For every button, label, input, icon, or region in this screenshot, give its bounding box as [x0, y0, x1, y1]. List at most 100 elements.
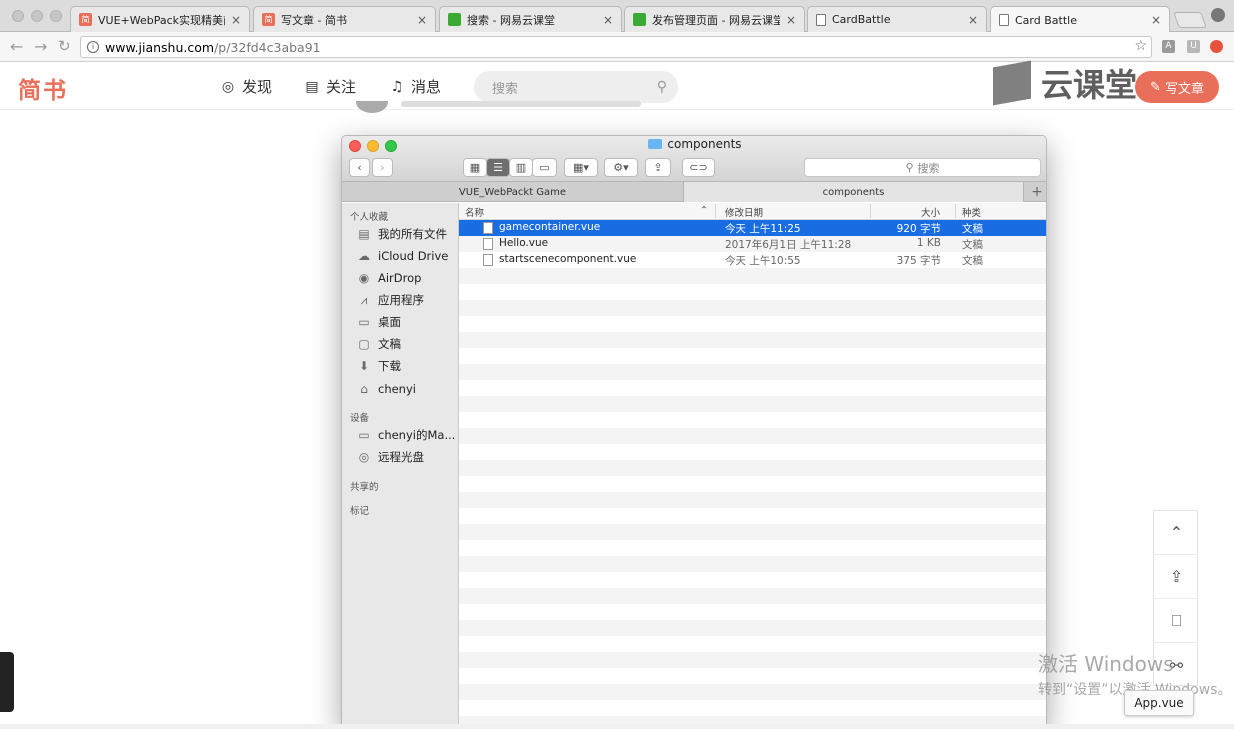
- sidebar-item-mac[interactable]: ▭ chenyi的Ma...: [357, 425, 455, 445]
- sidebar-item-label: chenyi的Ma...: [378, 428, 456, 442]
- tab-close-icon[interactable]: ×: [603, 13, 613, 27]
- file-name: gamecontainer.vue: [499, 221, 601, 233]
- gear-icon[interactable]: ⚙▾: [604, 158, 638, 177]
- back-arrow-icon[interactable]: ←: [10, 37, 23, 56]
- file-row[interactable]: Hello.vue 2017年6月1日 上午11:28 1 KB 文稿: [459, 236, 1046, 252]
- finder-title-label: components: [667, 137, 742, 151]
- tab-close-icon[interactable]: ×: [231, 13, 241, 27]
- sidebar-item-desktop[interactable]: ▭ 桌面: [357, 312, 401, 332]
- sidebar-item-remote-disc[interactable]: ◎ 远程光盘: [357, 447, 424, 467]
- nav-follow[interactable]: ▤ 关注: [304, 76, 356, 97]
- file-row[interactable]: gamecontainer.vue 今天 上午11:25 920 字节 文稿: [459, 220, 1046, 236]
- sidebar-item-downloads[interactable]: ⬇ 下载: [357, 356, 401, 376]
- search-icon[interactable]: ⚲: [657, 79, 667, 95]
- site-search-input[interactable]: 搜索 ⚲: [474, 71, 678, 103]
- yunketang-logo-text: 云课堂: [1041, 66, 1138, 104]
- sidebar-item-all-files[interactable]: ▤ 我的所有文件: [357, 224, 447, 244]
- sidebar-item-label: iCloud Drive: [378, 249, 449, 263]
- cover-flow-button[interactable]: ▭: [532, 158, 557, 177]
- finder-forward-button[interactable]: ›: [372, 158, 393, 177]
- write-article-button[interactable]: ✎ 写文章: [1135, 71, 1219, 103]
- column-header-date[interactable]: 修改日期: [725, 205, 763, 219]
- finder-search-placeholder: 搜索: [917, 161, 940, 175]
- sidebar-item-label: 远程光盘: [378, 450, 424, 464]
- column-divider[interactable]: [955, 204, 956, 218]
- new-tab-button[interactable]: [1173, 12, 1207, 28]
- window-close-button[interactable]: [12, 10, 24, 22]
- arrange-menu-button[interactable]: ▦▾: [564, 158, 598, 177]
- sidebar-item-airdrop[interactable]: ◉ AirDrop: [357, 268, 422, 288]
- extension-red-icon[interactable]: [1210, 40, 1223, 53]
- add-tab-icon[interactable]: +: [1026, 182, 1046, 202]
- left-edge-handle[interactable]: [0, 652, 14, 712]
- extension-a-icon[interactable]: A: [1162, 40, 1175, 53]
- nav-label: 消息: [411, 78, 442, 96]
- browser-tab[interactable]: 发布管理页面 - 网易云课堂 ×: [624, 6, 805, 32]
- forward-arrow-icon[interactable]: →: [34, 37, 47, 56]
- browser-tab[interactable]: 简 VUE+WebPack实现精美前端 ×: [70, 6, 250, 32]
- airdrop-icon: ◉: [358, 271, 370, 285]
- nav-discover[interactable]: ◎ 发现: [220, 76, 272, 97]
- sidebar-item-label: 我的所有文件: [378, 227, 447, 241]
- search-placeholder: 搜索: [492, 81, 519, 97]
- column-view-button[interactable]: ▥: [509, 158, 533, 177]
- netease-icon: [448, 13, 461, 26]
- scroll-top-icon[interactable]: ⌃: [1154, 511, 1199, 555]
- avatar[interactable]: [356, 101, 388, 113]
- tag-icon[interactable]: ⊂⊃: [682, 158, 715, 177]
- finder-tab[interactable]: VUE_WebPackt Game: [342, 182, 684, 202]
- tab-close-icon[interactable]: ×: [968, 13, 978, 27]
- tab-label: 搜索 - 网易云课堂: [467, 13, 555, 27]
- finder-tab-label: VUE_WebPackt Game: [458, 186, 567, 198]
- list-view-button[interactable]: ☰: [486, 158, 510, 177]
- icon-view-button[interactable]: ▦: [463, 158, 487, 177]
- sidebar-item-label: 文稿: [378, 337, 401, 351]
- laptop-icon: ▭: [358, 428, 370, 442]
- finder-titlebar: components ‹ › ▦ ☰ ▥ ▭ ▦▾ ⚙▾ ⇪ ⊂⊃ ⚲ 搜索: [342, 136, 1046, 182]
- column-header-size[interactable]: 大小: [921, 205, 940, 219]
- tab-close-icon[interactable]: ×: [417, 13, 427, 27]
- applications-icon: ⩘: [360, 293, 368, 307]
- sidebar-item-home[interactable]: ⌂ chenyi: [357, 379, 416, 399]
- book-icon: ▤: [305, 78, 319, 95]
- browser-tab[interactable]: CardBattle ×: [807, 6, 987, 32]
- tab-label: Card Battle: [1015, 13, 1077, 27]
- nav-messages[interactable]: ♫ 消息: [389, 76, 441, 97]
- column-divider[interactable]: [870, 204, 871, 218]
- sidebar-item-documents[interactable]: ▢ 文稿: [357, 334, 401, 354]
- bookmark-icon[interactable]: ⎕: [1154, 599, 1199, 643]
- column-header-kind[interactable]: 种类: [962, 205, 981, 219]
- file-kind: 文稿: [962, 239, 983, 251]
- documents-icon: ▢: [358, 337, 370, 351]
- site-logo[interactable]: 简书: [18, 71, 68, 105]
- author-meta-line: [401, 101, 641, 107]
- column-header-name[interactable]: 名称: [465, 205, 484, 219]
- browser-tab-active[interactable]: Card Battle ×: [990, 6, 1170, 33]
- address-bar[interactable]: i www.jianshu.com/p/32fd4c3aba91 ☆: [80, 36, 1152, 58]
- bookmark-star-icon[interactable]: ☆: [1134, 38, 1147, 54]
- window-minimize-button[interactable]: [31, 10, 43, 22]
- profile-icon[interactable]: [1211, 8, 1225, 22]
- sidebar-item-label: AirDrop: [378, 271, 422, 285]
- reload-icon[interactable]: ↻: [58, 37, 71, 55]
- web-page: 简书 ◎ 发现 ▤ 关注 ♫ 消息 搜索 ⚲ 云课堂 ✎ 写文章 compone…: [0, 60, 1234, 729]
- column-divider[interactable]: [715, 204, 716, 218]
- info-icon[interactable]: i: [87, 41, 99, 53]
- sidebar-item-icloud[interactable]: ☁ iCloud Drive: [357, 246, 448, 266]
- tab-close-icon[interactable]: ×: [1151, 13, 1161, 27]
- file-row[interactable]: startscenecomponent.vue 今天 上午10:55 375 字…: [459, 252, 1046, 268]
- browser-tab-strip: 简 VUE+WebPack实现精美前端 × 简 写文章 - 简书 × 搜索 - …: [0, 0, 1234, 33]
- finder-tab-active[interactable]: components: [684, 182, 1024, 202]
- share-upload-icon[interactable]: ⇪: [1154, 555, 1199, 599]
- yunketang-watermark-logo: 云课堂: [993, 60, 1138, 106]
- sidebar-item-applications[interactable]: ⩘ 应用程序: [357, 290, 424, 310]
- tab-close-icon[interactable]: ×: [786, 13, 796, 27]
- yunketang-logo-icon: [993, 60, 1031, 106]
- extension-u-icon[interactable]: U: [1187, 40, 1200, 53]
- finder-search-input[interactable]: ⚲ 搜索: [804, 158, 1041, 177]
- browser-tab[interactable]: 简 写文章 - 简书 ×: [253, 6, 436, 32]
- browser-tab[interactable]: 搜索 - 网易云课堂 ×: [439, 6, 622, 32]
- finder-back-button[interactable]: ‹: [349, 158, 370, 177]
- share-icon[interactable]: ⇪: [645, 158, 671, 177]
- window-zoom-button[interactable]: [50, 10, 62, 22]
